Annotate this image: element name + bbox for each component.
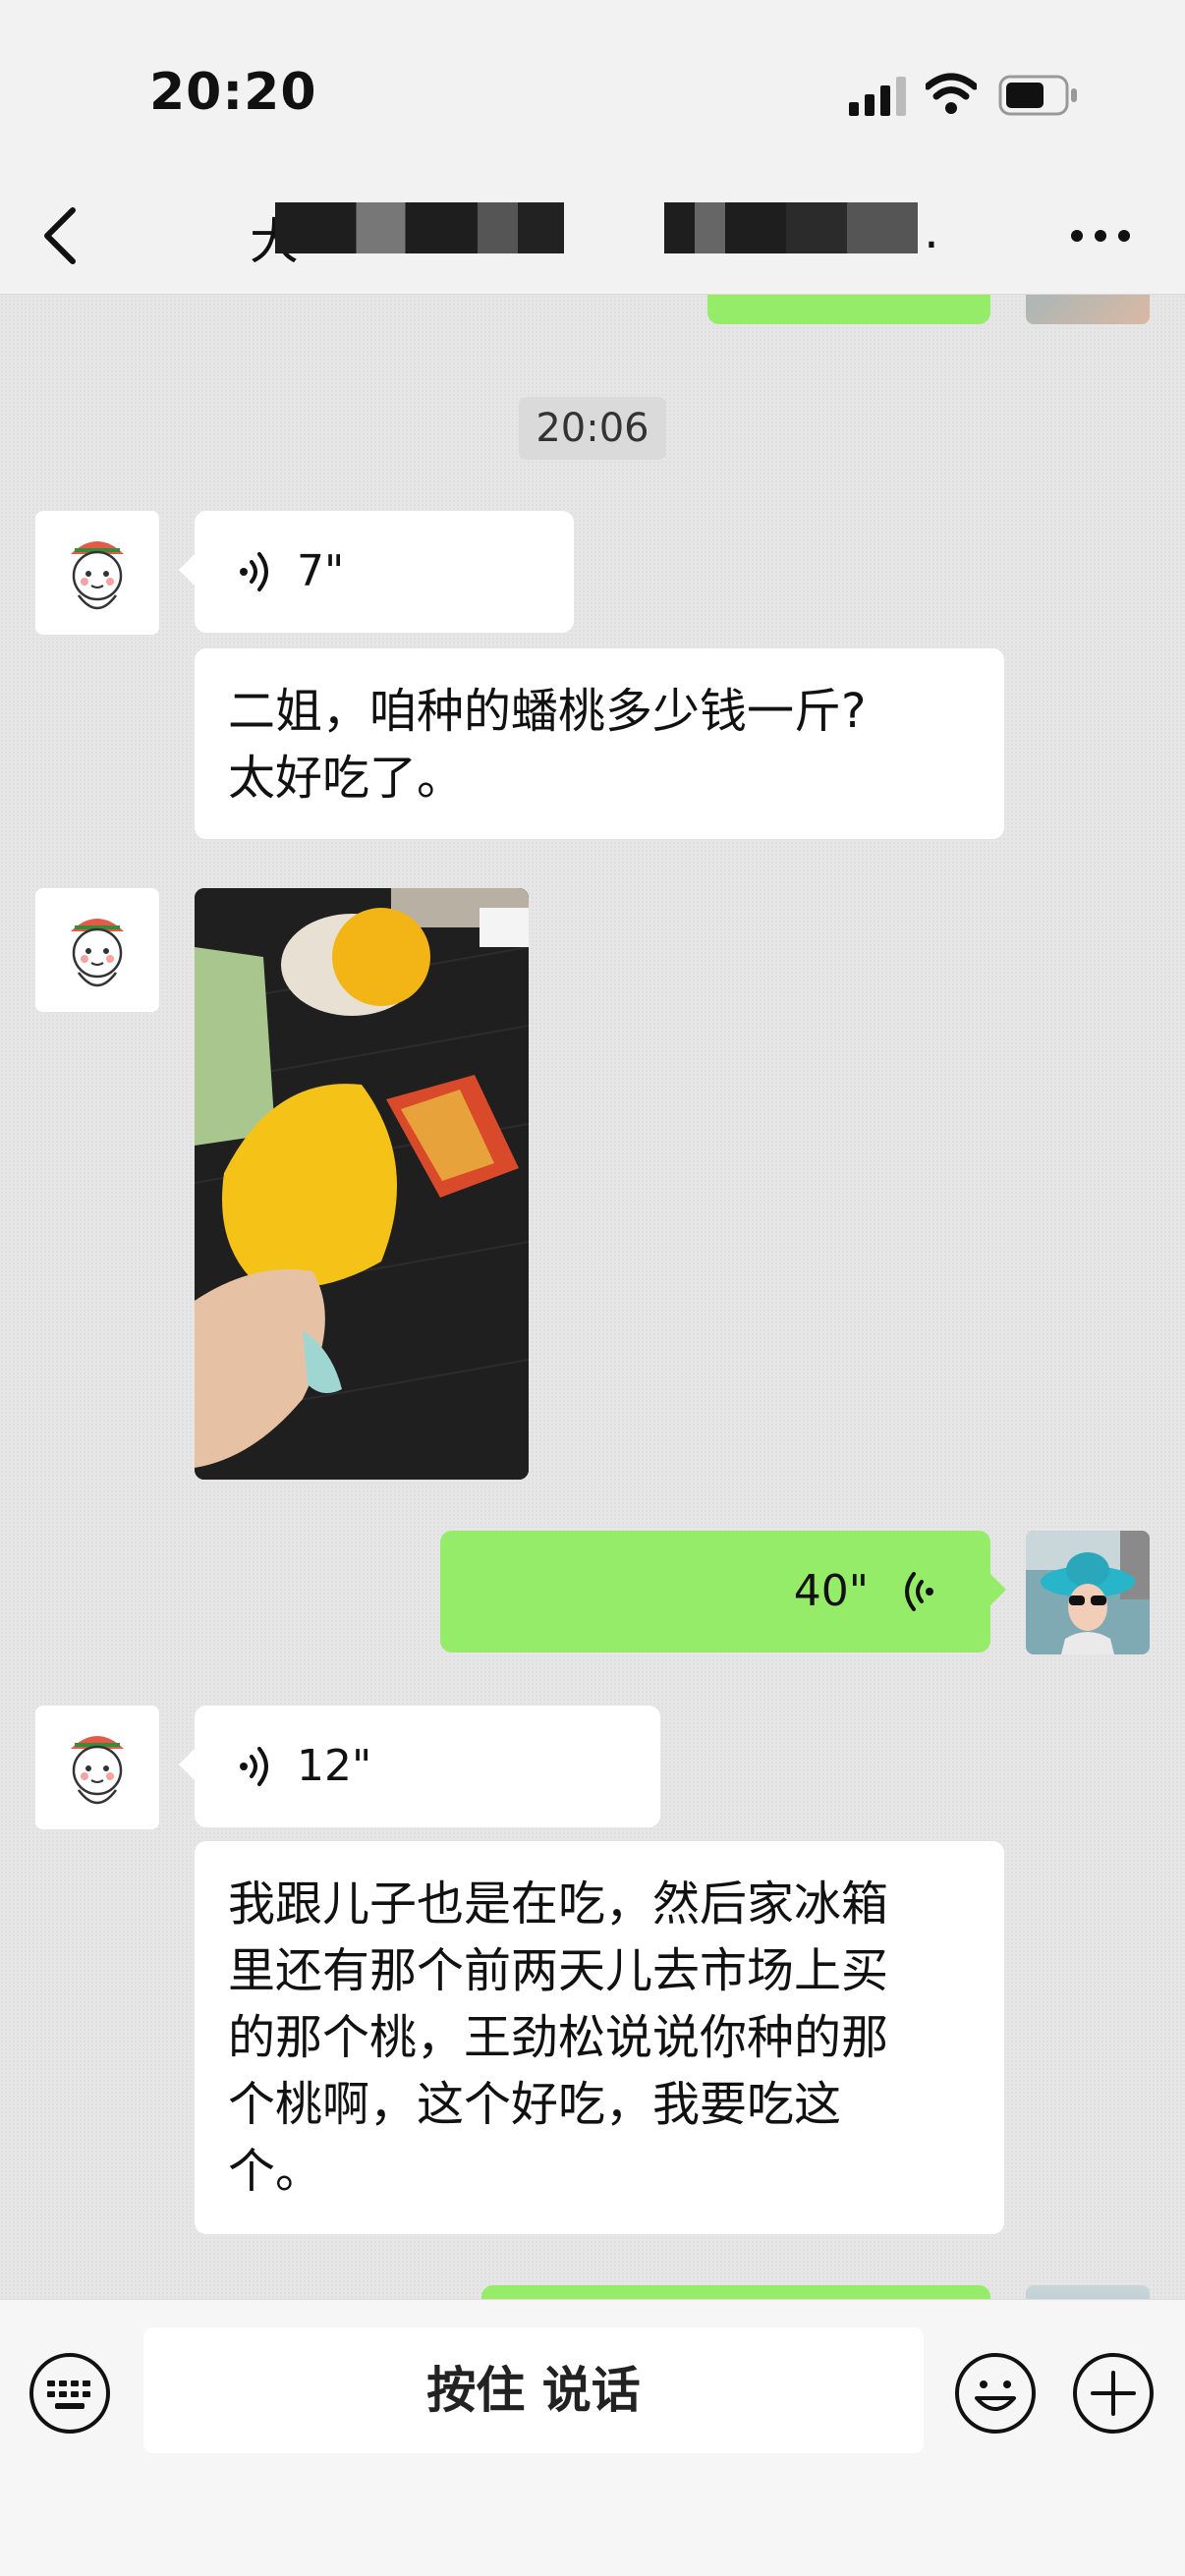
contact-avatar[interactable]	[35, 888, 159, 1012]
voice-message-sent[interactable]: 40"	[440, 1531, 1006, 1652]
chat-title-tail: .	[924, 202, 939, 259]
cellular-signal-icon	[849, 77, 906, 116]
message-text-line: 二姐，咱种的蟠桃多少钱一斤?	[228, 684, 867, 739]
cartoon-girl-icon	[35, 1706, 159, 1829]
voice-duration: 7"	[297, 546, 345, 596]
chat-area[interactable]: 20:06 7" 二姐，咱种的蟠桃多少钱一斤? 太好吃了。 40" 12" 我跟…	[0, 295, 1185, 2299]
status-time: 20:20	[149, 63, 317, 122]
battery-icon	[998, 75, 1077, 116]
title-redaction-left	[275, 202, 564, 253]
plus-circle-icon[interactable]	[1071, 2351, 1156, 2436]
message-bubble-sent-partial[interactable]	[481, 2285, 990, 2299]
peach-photo	[195, 888, 529, 1480]
message-timestamp: 20:06	[519, 397, 666, 460]
voice-duration: 40"	[793, 1566, 869, 1616]
my-avatar-partial[interactable]	[1026, 2285, 1150, 2299]
my-avatar[interactable]	[1026, 1531, 1150, 1654]
status-bar: 20:20	[0, 0, 1185, 177]
user-photo-icon	[1026, 1531, 1150, 1654]
keyboard-icon[interactable]	[28, 2351, 112, 2436]
voice-wave-icon	[240, 552, 268, 591]
contact-avatar[interactable]	[35, 511, 159, 635]
message-text-line: 的那个桃，王劲松说说你种的那	[228, 2010, 889, 2065]
message-text-line: 太好吃了。	[228, 751, 465, 806]
emoji-icon[interactable]	[953, 2351, 1038, 2436]
message-text-line: 个桃啊，这个好吃，我要吃这	[228, 2077, 842, 2132]
message-text-line: 个。	[228, 2144, 323, 2199]
input-bar: 按住 说话	[0, 2299, 1185, 2576]
wifi-icon	[926, 73, 977, 114]
message-bubble-sent-partial[interactable]	[707, 295, 990, 324]
text-message-received[interactable]: 二姐，咱种的蟠桃多少钱一斤? 太好吃了。	[195, 648, 1004, 839]
more-options-icon[interactable]	[1069, 226, 1132, 246]
voice-wave-icon	[240, 1747, 268, 1786]
hold-to-talk-button[interactable]: 按住 说话	[143, 2327, 924, 2453]
voice-message-received[interactable]: 12"	[179, 1706, 660, 1827]
cartoon-girl-icon	[35, 888, 159, 1012]
message-text-line: 我跟儿子也是在吃，然后家冰箱	[228, 1876, 889, 1932]
chat-header: 大 .	[0, 177, 1185, 295]
back-chevron-icon[interactable]	[39, 204, 83, 267]
image-message[interactable]	[195, 888, 529, 1480]
voice-duration: 12"	[297, 1741, 372, 1791]
voice-wave-icon	[905, 1572, 933, 1611]
my-avatar-partial[interactable]	[1026, 295, 1150, 324]
title-redaction-right	[664, 202, 918, 253]
cartoon-girl-icon	[35, 511, 159, 635]
voice-message-received[interactable]: 7"	[179, 511, 574, 633]
contact-avatar[interactable]	[35, 1706, 159, 1829]
text-message-received[interactable]: 我跟儿子也是在吃，然后家冰箱 里还有那个前两天儿去市场上买 的那个桃，王劲松说说…	[195, 1841, 1004, 2234]
message-text-line: 里还有那个前两天儿去市场上买	[228, 1943, 889, 1998]
